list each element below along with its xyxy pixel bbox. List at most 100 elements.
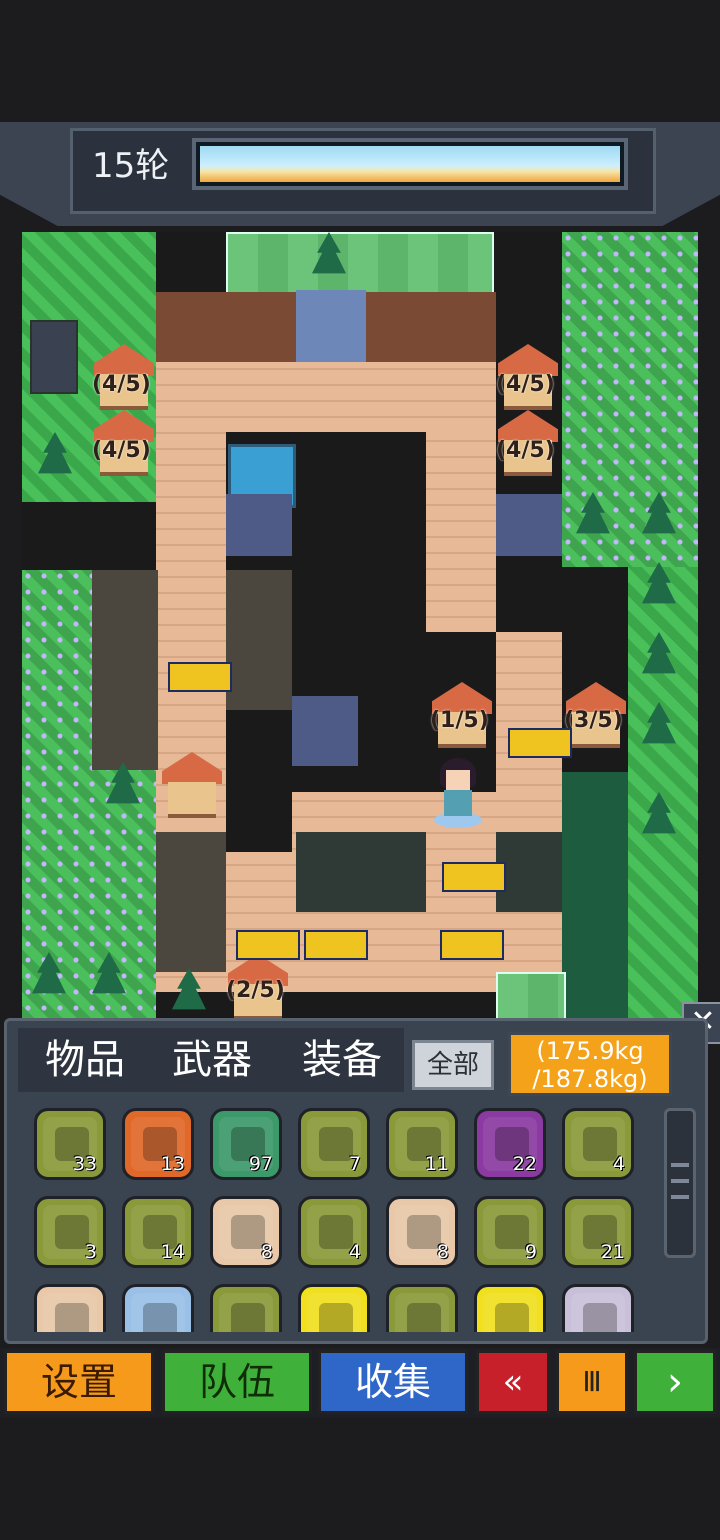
inventory-slot[interactable]: 8 <box>386 1196 458 1268</box>
junk-yard <box>156 832 226 972</box>
sports-field <box>496 972 566 1020</box>
inventory-slot[interactable] <box>122 1284 194 1332</box>
town-hall <box>296 290 366 362</box>
apple-icon <box>55 1215 89 1249</box>
plaza-road[interactable] <box>156 352 496 432</box>
abandoned-car <box>304 930 368 960</box>
junk-yard <box>92 570 158 770</box>
radar-tower <box>30 320 78 394</box>
slot-count: 3 <box>84 1241 97 1263</box>
house-occupancy: (2/5) <box>226 978 285 1003</box>
slot-count: 7 <box>348 1153 361 1175</box>
inventory-slot[interactable] <box>34 1284 106 1332</box>
settings-button[interactable]: 设置 <box>4 1350 154 1414</box>
medkit-icon <box>55 1303 89 1332</box>
cloth-icon <box>495 1215 529 1249</box>
carry-weight: (175.9kg /187.8kg) <box>508 1032 672 1096</box>
abandoned-car <box>168 662 232 692</box>
inventory-slot[interactable]: 14 <box>122 1196 194 1268</box>
inventory-slot[interactable] <box>298 1284 370 1332</box>
filter-all-button[interactable]: 全部 <box>412 1040 494 1090</box>
flashlight-icon <box>583 1303 617 1332</box>
abandoned-car <box>236 930 300 960</box>
chocolate-icon <box>407 1303 441 1332</box>
inventory-slot[interactable] <box>210 1284 282 1332</box>
sports-field <box>226 232 494 296</box>
weight-current: (175.9kg <box>536 1037 644 1065</box>
inventory-slot[interactable] <box>562 1284 634 1332</box>
inventory-slot[interactable]: 13 <box>122 1108 194 1180</box>
scrollbar-grip <box>671 1179 689 1183</box>
inventory-slot[interactable]: 21 <box>562 1196 634 1268</box>
oil-bottle-icon <box>319 1303 353 1332</box>
house-occupancy: (1/5) <box>430 708 489 733</box>
meat-can-icon <box>319 1127 353 1161</box>
wire-icon <box>231 1215 265 1249</box>
slot-count: 14 <box>160 1241 185 1263</box>
abandoned-car <box>508 728 572 758</box>
slot-count: 13 <box>160 1153 185 1175</box>
slot-count: 4 <box>348 1241 361 1263</box>
inventory-slot[interactable]: 97 <box>210 1108 282 1180</box>
tab-weapons[interactable]: 武器 <box>150 1030 274 1090</box>
inventory-slot[interactable] <box>386 1284 458 1332</box>
collect-button[interactable]: 收集 <box>318 1350 468 1414</box>
weight-max: /187.8kg) <box>532 1065 648 1093</box>
player-character[interactable] <box>434 758 482 828</box>
store-building <box>496 494 562 556</box>
inventory-scrollbar[interactable] <box>664 1108 696 1258</box>
slot-count: 22 <box>512 1153 537 1175</box>
slot-count: 8 <box>260 1241 273 1263</box>
inventory-slot[interactable]: 3 <box>34 1196 106 1268</box>
round-progress-fill <box>200 146 620 182</box>
house-building[interactable] <box>162 752 222 818</box>
inventory-slot[interactable]: 9 <box>474 1196 546 1268</box>
round-progress-bar <box>192 138 628 190</box>
egg-icon <box>583 1127 617 1161</box>
slot-count: 8 <box>436 1241 449 1263</box>
scrollbar-grip <box>671 1195 689 1199</box>
inventory-slot[interactable]: 11 <box>386 1108 458 1180</box>
slot-count: 33 <box>72 1153 97 1175</box>
circuit-icon <box>143 1303 177 1332</box>
next-button[interactable]: › <box>634 1350 716 1414</box>
inventory-grid: 33 13 97 7 11 22 4 3 14 8 4 8 9 21 <box>22 1102 658 1332</box>
plaza-road[interactable] <box>426 432 496 632</box>
team-button[interactable]: 队伍 <box>162 1350 312 1414</box>
house-occupancy: (4/5) <box>496 438 555 463</box>
inventory-slot[interactable]: 8 <box>210 1196 282 1268</box>
slot-count: 11 <box>424 1153 449 1175</box>
house-occupancy: (4/5) <box>92 438 151 463</box>
store-building <box>226 494 292 556</box>
abandoned-car <box>442 862 506 892</box>
scrollbar-grip <box>671 1163 689 1167</box>
house-occupancy: (4/5) <box>92 372 151 397</box>
chili-icon <box>231 1303 265 1332</box>
game-map[interactable]: (4/5) (4/5) (4/5) (4/5) (1/5) (3/5) (2/5… <box>22 232 698 1020</box>
fish-icon <box>407 1215 441 1249</box>
inventory-slot[interactable]: 33 <box>34 1108 106 1180</box>
tab-equipment[interactable]: 装备 <box>280 1030 404 1090</box>
store-building <box>292 696 358 766</box>
inventory-slot[interactable]: 4 <box>562 1108 634 1180</box>
pine-forest <box>562 772 628 1020</box>
house-occupancy: (3/5) <box>564 708 623 733</box>
inventory-slot[interactable]: 7 <box>298 1108 370 1180</box>
abandoned-car <box>440 930 504 960</box>
tab-items[interactable]: 物品 <box>30 1030 140 1090</box>
wreck-lot <box>296 832 426 912</box>
grass-tile <box>628 567 698 1020</box>
junk-yard <box>226 570 292 710</box>
rewind-button[interactable]: « <box>476 1350 550 1414</box>
inventory-slot[interactable]: 4 <box>298 1196 370 1268</box>
chair-icon <box>319 1215 353 1249</box>
pause-button[interactable]: Ⅲ <box>556 1350 628 1414</box>
inventory-slot[interactable] <box>474 1284 546 1332</box>
slot-count: 9 <box>524 1241 537 1263</box>
slot-count: 4 <box>612 1153 625 1175</box>
flower-meadow <box>562 232 698 567</box>
potion-icon <box>495 1303 529 1332</box>
house-occupancy: (4/5) <box>496 372 555 397</box>
inventory-slot[interactable]: 22 <box>474 1108 546 1180</box>
slot-count: 97 <box>248 1153 273 1175</box>
